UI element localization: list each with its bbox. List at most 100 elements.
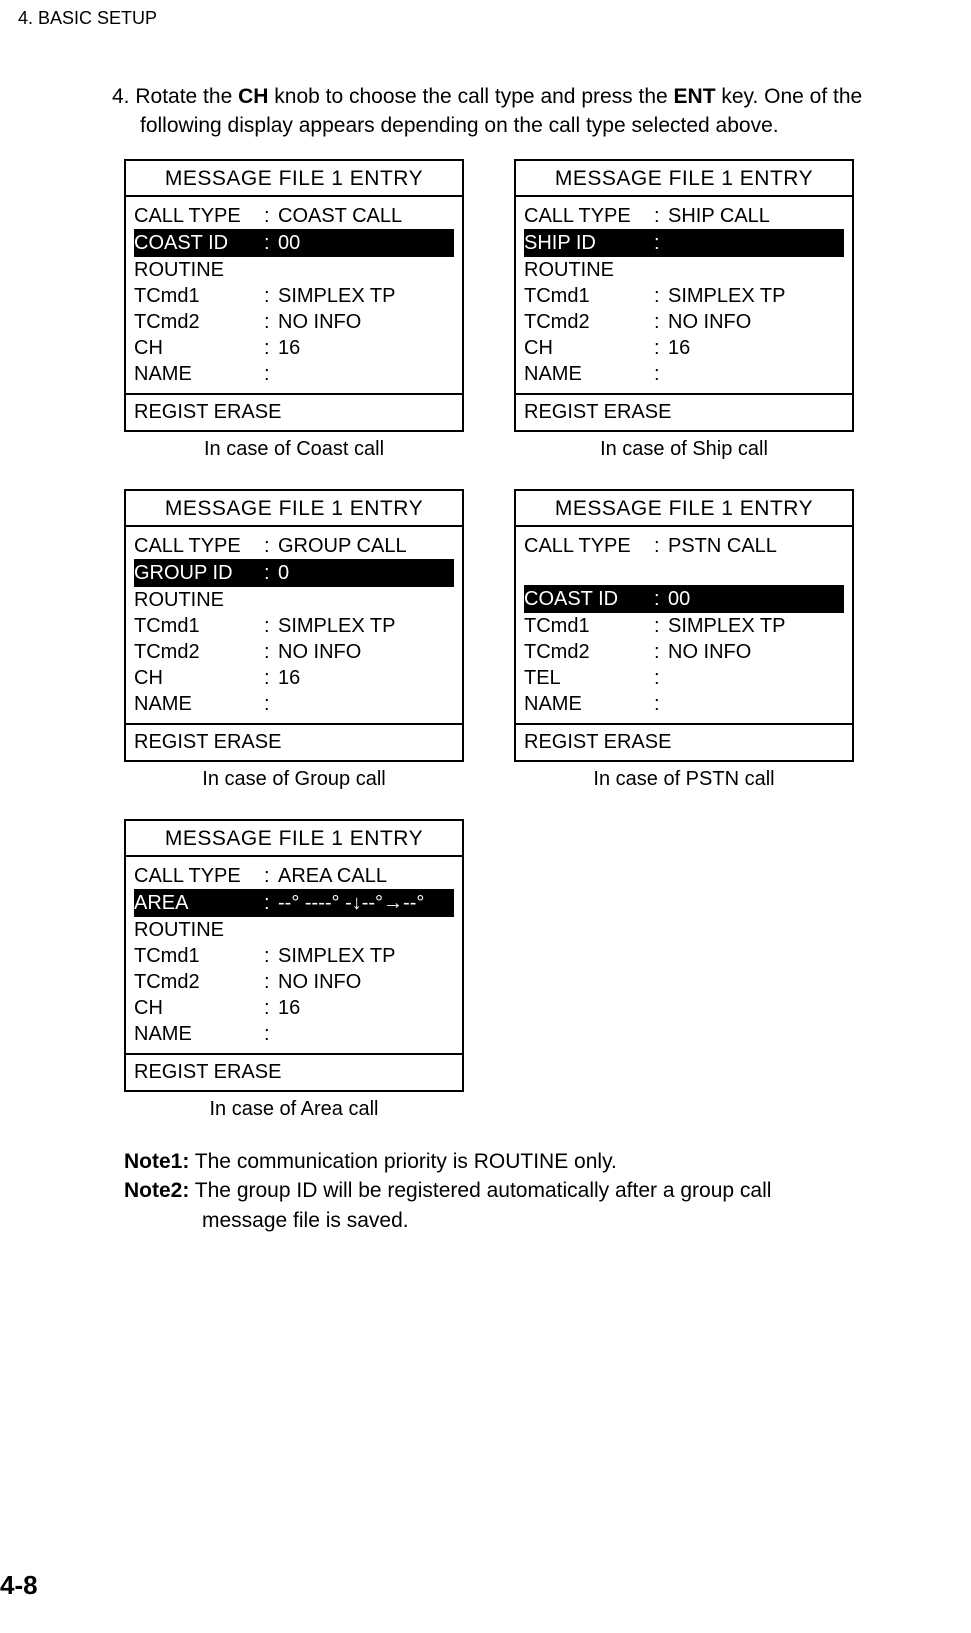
panel-footer: REGIST ERASE xyxy=(516,723,852,760)
name-val xyxy=(668,361,844,387)
panel-group-coast: MESSAGE FILE 1 ENTRY CALL TYPE: COAST CA… xyxy=(124,159,464,481)
ch-val: 16 xyxy=(668,335,844,361)
panel-title: MESSAGE FILE 1 ENTRY xyxy=(126,491,462,527)
tcmd2-val: NO INFO xyxy=(668,639,844,665)
sep: : xyxy=(654,586,668,612)
instr-line2: following display appears depending on t… xyxy=(140,111,960,140)
ship-id-label: SHIP ID xyxy=(524,230,654,256)
name-label: NAME xyxy=(134,1021,264,1047)
sep: : xyxy=(264,1021,278,1047)
tel-val xyxy=(668,665,844,691)
sep: : xyxy=(264,639,278,665)
tcmd2-row: TCmd2: NO INFO xyxy=(134,309,454,335)
area-row[interactable]: AREA: --° ----° -↓--°→--° xyxy=(134,889,454,917)
name-label: NAME xyxy=(134,691,264,717)
sep: : xyxy=(264,613,278,639)
calltype-label: CALL TYPE xyxy=(134,863,264,889)
calltype-val: COAST CALL xyxy=(278,203,454,229)
coast-id-label: COAST ID xyxy=(134,230,264,256)
sep: : xyxy=(264,943,278,969)
name-label: NAME xyxy=(134,361,264,387)
panel-footer: REGIST ERASE xyxy=(516,393,852,430)
calltype-val: AREA CALL xyxy=(278,863,454,889)
panel-coast: MESSAGE FILE 1 ENTRY CALL TYPE: COAST CA… xyxy=(124,159,464,432)
calltype-row: CALL TYPE: COAST CALL xyxy=(134,203,454,229)
tcmd2-row: TCmd2: NO INFO xyxy=(134,639,454,665)
tcmd1-row: TCmd1: SIMPLEX TP xyxy=(134,613,454,639)
ch-label: CH xyxy=(524,335,654,361)
panel-footer: REGIST ERASE xyxy=(126,393,462,430)
tcmd2-val: NO INFO xyxy=(278,309,454,335)
coast-id-row[interactable]: COAST ID: 00 xyxy=(134,229,454,257)
tcmd1-label: TCmd1 xyxy=(134,943,264,969)
panel-ship: MESSAGE FILE 1 ENTRY CALL TYPE: SHIP CAL… xyxy=(514,159,854,432)
panel-title: MESSAGE FILE 1 ENTRY xyxy=(126,821,462,857)
tcmd2-label: TCmd2 xyxy=(524,309,654,335)
sep: : xyxy=(264,995,278,1021)
sep: : xyxy=(264,203,278,229)
routine-row: ROUTINE xyxy=(134,917,454,943)
name-row: NAME: xyxy=(134,361,454,387)
coast-id-label: COAST ID xyxy=(524,586,654,612)
sep: : xyxy=(654,361,668,387)
sep: : xyxy=(264,230,278,256)
tcmd1-val: SIMPLEX TP xyxy=(278,613,454,639)
tcmd2-row: TCmd2: NO INFO xyxy=(524,639,844,665)
panel-body: CALL TYPE: SHIP CALL SHIP ID: ROUTINE TC… xyxy=(516,197,852,393)
calltype-row: CALL TYPE: SHIP CALL xyxy=(524,203,844,229)
group-id-row[interactable]: GROUP ID: 0 xyxy=(134,559,454,587)
ship-id-row[interactable]: SHIP ID: xyxy=(524,229,844,257)
page-content: 4. Rotate the CH knob to choose the call… xyxy=(112,82,960,1235)
caption-ship: In case of Ship call xyxy=(600,438,768,461)
ch-label: CH xyxy=(134,335,264,361)
tcmd1-row: TCmd1: SIMPLEX TP xyxy=(524,283,844,309)
panel-title: MESSAGE FILE 1 ENTRY xyxy=(516,491,852,527)
tcmd1-val: SIMPLEX TP xyxy=(278,283,454,309)
calltype-val: PSTN CALL xyxy=(668,533,844,559)
note1-label: Note1: xyxy=(124,1150,189,1173)
sep: : xyxy=(264,691,278,717)
panel-body: CALL TYPE: PSTN CALL COAST ID: 00 TCmd1:… xyxy=(516,527,852,723)
panel-group: MESSAGE FILE 1 ENTRY CALL TYPE: GROUP CA… xyxy=(124,489,464,762)
note2-cont: message file is saved. xyxy=(202,1206,960,1235)
name-label: NAME xyxy=(524,361,654,387)
panel-group-pstn: MESSAGE FILE 1 ENTRY CALL TYPE: PSTN CAL… xyxy=(514,489,854,811)
tcmd2-val: NO INFO xyxy=(278,639,454,665)
instr-pre: 4. Rotate the xyxy=(112,85,238,108)
ch-row: CH: 16 xyxy=(134,665,454,691)
sep: : xyxy=(264,969,278,995)
tcmd1-val: SIMPLEX TP xyxy=(278,943,454,969)
panel-pstn: MESSAGE FILE 1 ENTRY CALL TYPE: PSTN CAL… xyxy=(514,489,854,762)
panel-body: CALL TYPE: COAST CALL COAST ID: 00 ROUTI… xyxy=(126,197,462,393)
sep: : xyxy=(264,560,278,586)
instr-ch: CH xyxy=(238,85,268,108)
name-row: NAME: xyxy=(524,361,844,387)
note2-text: The group ID will be registered automati… xyxy=(189,1179,771,1202)
coast-id-row[interactable]: COAST ID: 00 xyxy=(524,585,844,613)
sep: : xyxy=(264,665,278,691)
panel-group-group: MESSAGE FILE 1 ENTRY CALL TYPE: GROUP CA… xyxy=(124,489,464,811)
sep: : xyxy=(654,691,668,717)
calltype-val: GROUP CALL xyxy=(278,533,454,559)
tcmd1-label: TCmd1 xyxy=(524,283,654,309)
calltype-label: CALL TYPE xyxy=(134,533,264,559)
note1: Note1: The communication priority is ROU… xyxy=(124,1147,960,1176)
area-label: AREA xyxy=(134,890,264,916)
sep: : xyxy=(264,309,278,335)
panel-group-ship: MESSAGE FILE 1 ENTRY CALL TYPE: SHIP CAL… xyxy=(514,159,854,481)
note1-text: The communication priority is ROUTINE on… xyxy=(189,1150,617,1173)
ch-val: 16 xyxy=(278,995,454,1021)
ch-label: CH xyxy=(134,665,264,691)
sep: : xyxy=(654,533,668,559)
name-val xyxy=(278,361,454,387)
panel-footer: REGIST ERASE xyxy=(126,723,462,760)
name-label: NAME xyxy=(524,691,654,717)
blank-row xyxy=(524,559,844,585)
tcmd2-val: NO INFO xyxy=(668,309,844,335)
sep: : xyxy=(264,283,278,309)
calltype-val: SHIP CALL xyxy=(668,203,844,229)
name-val xyxy=(278,1021,454,1047)
section-header: 4. BASIC SETUP xyxy=(18,8,157,29)
tcmd1-row: TCmd1: SIMPLEX TP xyxy=(524,613,844,639)
instr-ent: ENT xyxy=(674,85,716,108)
